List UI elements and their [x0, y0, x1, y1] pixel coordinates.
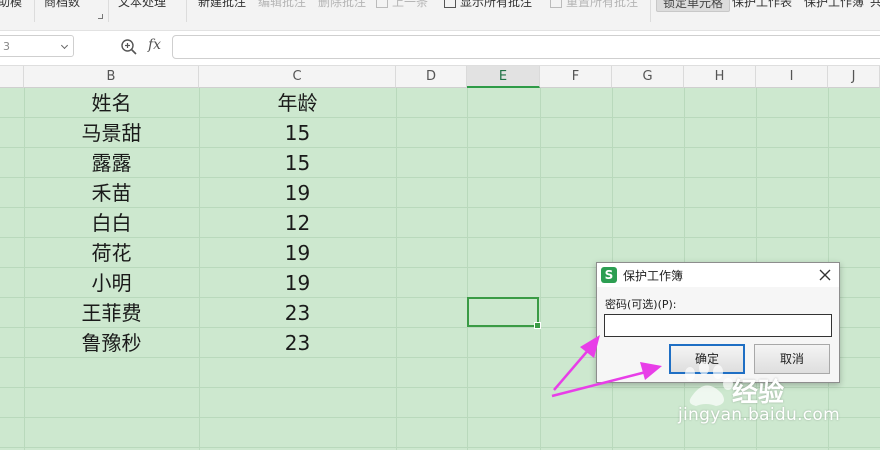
- column-header-d[interactable]: D: [396, 66, 467, 88]
- cell-age[interactable]: 15: [199, 118, 396, 148]
- cell-name[interactable]: 白白: [24, 208, 199, 238]
- cell-age[interactable]: 12: [199, 208, 396, 238]
- ribbon-separator: [650, 0, 651, 22]
- ribbon-item-lock-cell[interactable]: 锁定单元格: [656, 0, 731, 12]
- grid-line: [396, 88, 397, 450]
- ribbon-item-delete-comment[interactable]: 删除批注: [318, 0, 366, 12]
- ribbon-separator: [34, 0, 35, 22]
- password-label: 密码(可选)(P):: [605, 298, 677, 311]
- formula-input[interactable]: [172, 35, 880, 59]
- cell-age[interactable]: 19: [199, 268, 396, 298]
- zoom-icon[interactable]: [120, 38, 138, 56]
- cell-age[interactable]: 19: [199, 178, 396, 208]
- ribbon-item-prev-comment[interactable]: 上一条: [376, 0, 428, 12]
- name-box-value: 3: [3, 40, 10, 53]
- watermark-brand: 经验: [732, 378, 785, 408]
- grid-line: [467, 88, 468, 450]
- fx-label[interactable]: fx: [148, 37, 161, 53]
- name-box[interactable]: 3: [0, 35, 74, 57]
- fill-handle[interactable]: [534, 322, 541, 329]
- cell-age[interactable]: 23: [199, 298, 396, 328]
- checkbox-icon: [444, 0, 456, 8]
- ribbon-separator: [186, 0, 187, 22]
- checkbox-icon: [550, 0, 562, 8]
- password-input[interactable]: [604, 314, 832, 337]
- grid-line: [540, 88, 541, 450]
- cell-name[interactable]: 鲁豫秒: [24, 328, 199, 358]
- ribbon-item-edit-comment[interactable]: 编辑批注: [258, 0, 306, 12]
- column-header-a[interactable]: [0, 66, 24, 88]
- cell-name[interactable]: 马景甜: [24, 118, 199, 148]
- ribbon-item-show-all-comments-label: 显示所有批注: [460, 0, 533, 9]
- selected-cell[interactable]: [467, 297, 541, 329]
- ribbon-item-new-comment[interactable]: 新建批注: [198, 0, 246, 12]
- wps-sheet-icon: S: [601, 267, 617, 283]
- column-header-f[interactable]: F: [540, 66, 612, 88]
- prev-comment-icon: [376, 0, 388, 8]
- formula-bar: 3 fx: [0, 31, 880, 66]
- column-header-j[interactable]: J: [828, 66, 880, 88]
- chevron-down-icon[interactable]: [60, 41, 69, 50]
- ribbon-item-protect-sheet[interactable]: 保护工作表: [732, 0, 792, 12]
- watermark-url: jingyan.baidu.com: [678, 405, 840, 425]
- ribbon-item-show-all-comments[interactable]: 显示所有批注: [444, 0, 532, 12]
- cell-age[interactable]: 15: [199, 148, 396, 178]
- ribbon-item-template[interactable]: 助模: [0, 0, 22, 12]
- cell-name[interactable]: 禾苗: [24, 178, 199, 208]
- column-header-g[interactable]: G: [612, 66, 684, 88]
- cell-name[interactable]: 王菲费: [24, 298, 199, 328]
- cell-name[interactable]: 荷花: [24, 238, 199, 268]
- ribbon-item-datasource[interactable]: 商档数: [44, 0, 80, 12]
- cell-header-age[interactable]: 年龄: [199, 88, 396, 118]
- ribbon-item-share[interactable]: 共: [870, 0, 880, 12]
- column-header-c[interactable]: C: [199, 66, 396, 88]
- close-icon[interactable]: [817, 267, 833, 283]
- cell-age[interactable]: 23: [199, 328, 396, 358]
- ribbon-separator: [108, 0, 109, 22]
- ribbon-item-protect-workbook[interactable]: 保护工作簿: [804, 0, 864, 12]
- cell-name[interactable]: 小明: [24, 268, 199, 298]
- dialog-titlebar[interactable]: S 保护工作簿: [597, 263, 839, 287]
- cell-age[interactable]: 19: [199, 238, 396, 268]
- column-header-i[interactable]: I: [756, 66, 828, 88]
- ribbon-item-reset-all-comments-label: 重置所有批注: [566, 0, 639, 9]
- ribbon-dropdown-icon: [98, 14, 103, 19]
- ribbon-item-reset-all-comments[interactable]: 重置所有批注: [550, 0, 638, 12]
- dialog-title: 保护工作簿: [623, 269, 684, 283]
- cell-name[interactable]: 露露: [24, 148, 199, 178]
- column-header-e[interactable]: E: [467, 66, 540, 88]
- column-header-h[interactable]: H: [684, 66, 756, 88]
- ribbon-item-prev-comment-label: 上一条: [392, 0, 429, 9]
- cell-header-name[interactable]: 姓名: [24, 88, 199, 118]
- ribbon-toolbar: 助模 商档数 文本处理 新建批注 编辑批注 删除批注 上一条 显示所有批注 重置…: [0, 0, 880, 31]
- column-header-b[interactable]: B: [24, 66, 199, 88]
- ribbon-item-text-processing[interactable]: 文本处理: [118, 0, 166, 12]
